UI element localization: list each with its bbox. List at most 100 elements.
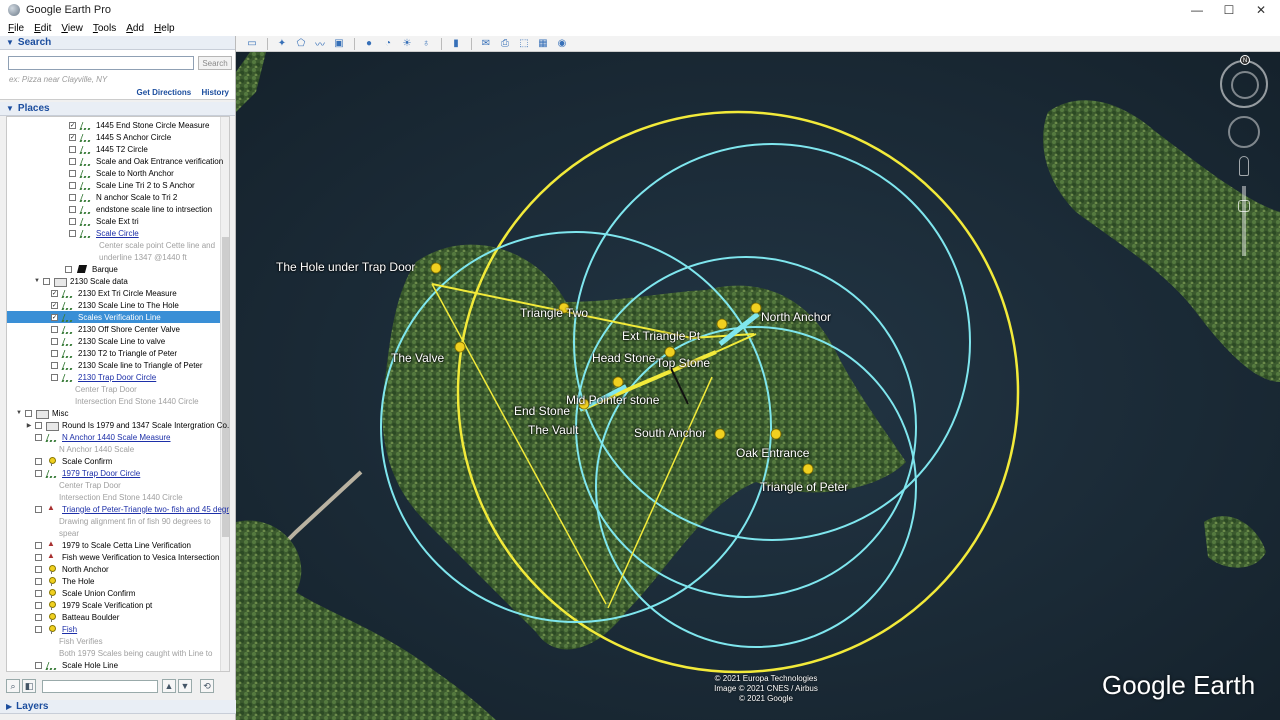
tree-item[interactable]: Fish wewe Verification to Vesica Interse… xyxy=(7,551,219,563)
map-placemark-label[interactable]: North Anchor xyxy=(761,310,831,324)
close-button[interactable]: ✕ xyxy=(1244,0,1278,20)
visibility-checkbox[interactable] xyxy=(69,169,76,177)
tree-item[interactable]: endstone scale line to intrsection xyxy=(7,203,212,215)
tree-item[interactable]: 1979 Trap Door Circle xyxy=(7,467,140,479)
map-placemark-label[interactable]: Mid Pointer stone xyxy=(566,393,659,407)
sidebar-toggle-icon[interactable]: ▭ xyxy=(244,37,260,51)
tree-item[interactable]: 2130 Scale line to Triangle of Peter xyxy=(7,359,203,371)
zoom-slider-knob[interactable] xyxy=(1238,200,1250,212)
tree-item[interactable]: North Anchor xyxy=(7,563,109,575)
tree-item[interactable]: ▶ Round Is 1979 and 1347 Scale Intergrati… xyxy=(7,419,229,431)
layers-panel-header[interactable]: ▶ Layers xyxy=(0,700,236,714)
visibility-checkbox[interactable] xyxy=(69,193,76,201)
tree-item[interactable]: Scale and Oak Entrance verification xyxy=(7,155,223,167)
pin-icon[interactable] xyxy=(716,318,728,330)
places-tree[interactable]: 1445 End Stone Circle Measure 1445 S Anch… xyxy=(6,116,230,672)
tree-item[interactable]: 2130 Scale Line to valve xyxy=(7,335,165,347)
visibility-checkbox[interactable] xyxy=(69,217,76,225)
tree-item[interactable]: ▼ Misc xyxy=(7,407,68,419)
pin-icon[interactable] xyxy=(714,428,726,440)
visibility-checkbox[interactable] xyxy=(35,505,42,513)
collapse-arrow-icon[interactable]: ▼ xyxy=(6,38,14,47)
map-canvas[interactable] xyxy=(236,52,1280,720)
get-directions-link[interactable]: Get Directions xyxy=(137,88,192,97)
visibility-checkbox[interactable] xyxy=(35,421,42,429)
visibility-checkbox[interactable] xyxy=(51,313,58,321)
tree-item[interactable]: Scale Union Confirm xyxy=(7,587,135,599)
tree-item[interactable]: 2130 T2 to Triangle of Peter xyxy=(7,347,177,359)
visibility-checkbox[interactable] xyxy=(51,301,58,309)
tour-button[interactable]: ⟲ xyxy=(200,679,214,693)
map-placemark-label[interactable]: Triangle Two xyxy=(520,306,588,320)
map-placemark-label[interactable]: Triangle of Peter xyxy=(760,480,848,494)
visibility-checkbox[interactable] xyxy=(51,373,58,381)
tree-item[interactable]: 1445 End Stone Circle Measure xyxy=(7,119,209,131)
search-input[interactable] xyxy=(8,56,194,70)
places-filter-input[interactable] xyxy=(42,679,158,693)
visibility-checkbox[interactable] xyxy=(35,613,42,621)
tree-item[interactable]: 1979 Scale Verification pt xyxy=(7,599,152,611)
tree-item[interactable]: Scale Line Tri 2 to S Anchor xyxy=(7,179,195,191)
map-placemark-label[interactable]: Head Stone xyxy=(592,351,655,365)
visibility-checkbox[interactable] xyxy=(35,589,42,597)
pin-icon[interactable] xyxy=(612,376,624,388)
visibility-checkbox[interactable] xyxy=(35,577,42,585)
ruler-icon[interactable]: ▮ xyxy=(448,37,464,51)
map-placemark-label[interactable]: The Valve xyxy=(391,351,444,365)
tree-item[interactable]: Scale Circle xyxy=(7,227,139,239)
panel-icon[interactable]: ◧ xyxy=(22,679,36,693)
visibility-checkbox[interactable] xyxy=(35,469,42,477)
map-placemark-label[interactable]: The Hole under Trap Door xyxy=(276,260,415,274)
tree-item[interactable]: Scales Verification Line xyxy=(7,311,220,323)
menu-file[interactable]: File xyxy=(8,23,24,34)
tree-item[interactable]: Scale confirm Oak Entrance circle xyxy=(7,671,183,672)
tree-item[interactable]: ▼ 2130 Scale data xyxy=(7,275,128,287)
tree-item[interactable]: Scale Confirm xyxy=(7,455,112,467)
visibility-checkbox[interactable] xyxy=(35,433,42,441)
map-placemark-label[interactable]: Ext Triangle Pt xyxy=(622,329,700,343)
scrollbar-thumb[interactable] xyxy=(222,237,229,537)
minimize-button[interactable]: — xyxy=(1180,0,1214,20)
search-panel-header[interactable]: ▼ Search xyxy=(0,36,235,50)
menu-view[interactable]: View xyxy=(61,23,83,34)
compass-ring[interactable]: N xyxy=(1220,55,1268,108)
move-up-button[interactable]: ▲ xyxy=(162,679,176,693)
maximize-button[interactable]: ☐ xyxy=(1212,0,1246,20)
pin-icon[interactable] xyxy=(770,428,782,440)
tree-item[interactable]: N anchor Scale to Tri 2 xyxy=(7,191,177,203)
print-icon[interactable]: ⎙ xyxy=(497,37,513,51)
save-image-icon[interactable]: ⬚ xyxy=(516,37,532,51)
search-button[interactable]: Search xyxy=(198,56,232,70)
visibility-checkbox[interactable] xyxy=(65,265,72,273)
pin-icon[interactable] xyxy=(802,463,814,475)
map-placemark-label[interactable]: Top Stone xyxy=(656,356,710,370)
tree-item[interactable]: N Anchor 1440 Scale Measure xyxy=(7,431,171,443)
tree-item[interactable]: 1445 S Anchor Circle xyxy=(7,131,171,143)
visibility-checkbox[interactable] xyxy=(35,625,42,633)
visibility-checkbox[interactable] xyxy=(51,325,58,333)
street-view-pegman-icon[interactable] xyxy=(1239,156,1249,176)
north-indicator[interactable]: N xyxy=(1240,55,1250,65)
email-icon[interactable]: ✉ xyxy=(478,37,494,51)
visibility-checkbox[interactable] xyxy=(69,157,76,165)
view-in-maps-icon[interactable]: ▦ xyxy=(535,37,551,51)
tree-item[interactable]: 1445 T2 Circle xyxy=(7,143,148,155)
tree-item[interactable]: 2130 Scale Line to The Hole xyxy=(7,299,179,311)
visibility-checkbox[interactable] xyxy=(35,601,42,609)
search-icon[interactable]: ⌕ xyxy=(6,679,20,693)
visibility-checkbox[interactable] xyxy=(35,565,42,573)
map-view[interactable]: The Hole under Trap Door Triangle Two Ext … xyxy=(236,52,1280,720)
polygon-icon[interactable]: ⬠ xyxy=(293,37,309,51)
visibility-checkbox[interactable] xyxy=(69,133,76,141)
visibility-checkbox[interactable] xyxy=(51,361,58,369)
placemark-icon[interactable]: ✦ xyxy=(274,37,290,51)
pin-icon[interactable] xyxy=(454,341,466,353)
expand-toggle-icon[interactable]: ▼ xyxy=(33,278,41,284)
tree-item[interactable]: 2130 Ext Tri Circle Measure xyxy=(7,287,177,299)
map-placemark-label[interactable]: South Anchor xyxy=(634,426,706,440)
path-icon[interactable]: 〰 xyxy=(312,37,328,51)
places-panel-header[interactable]: ▼ Places xyxy=(0,102,235,116)
expand-arrow-icon[interactable]: ▶ xyxy=(6,702,12,711)
map-placemark-label[interactable]: Oak Entrance xyxy=(736,446,809,460)
historical-imagery-icon[interactable]: ◔ xyxy=(380,37,396,51)
